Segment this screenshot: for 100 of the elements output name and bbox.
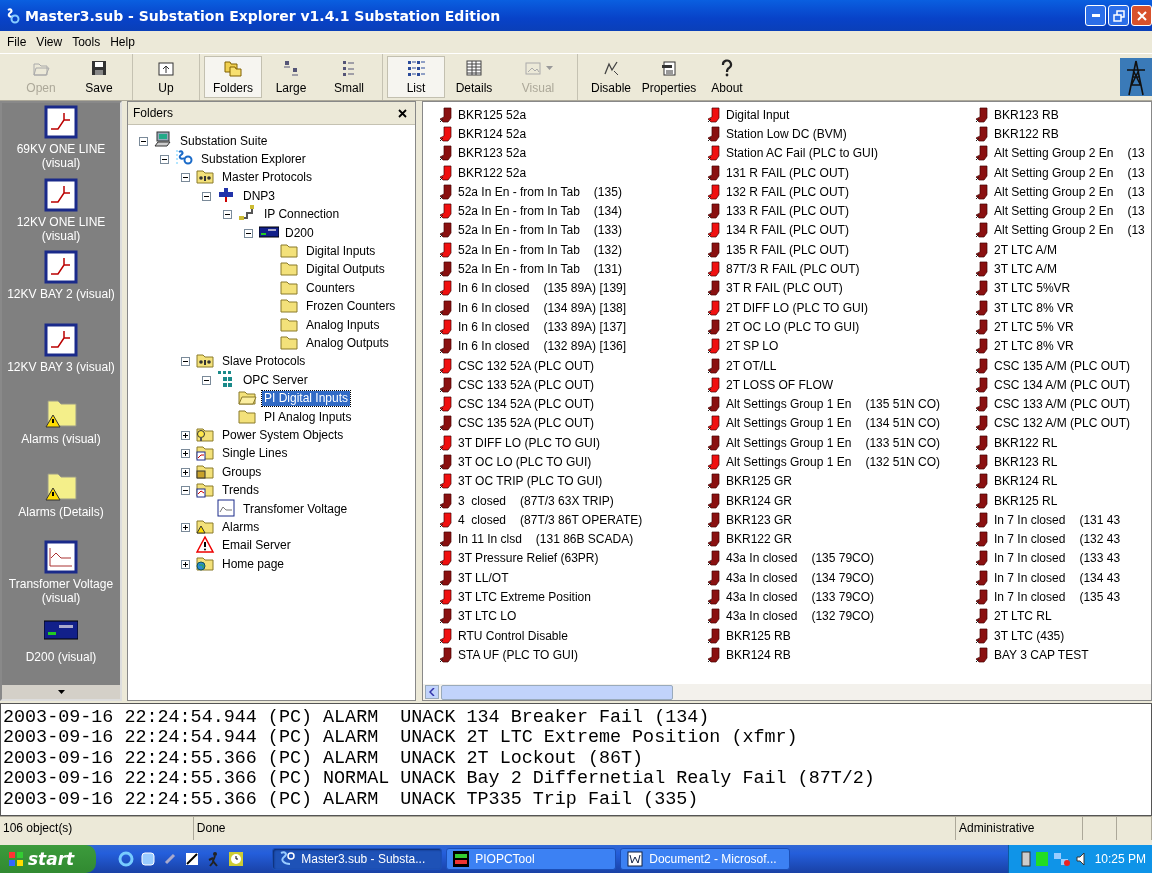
tree-item[interactable]: Email Server <box>220 538 293 554</box>
list-item[interactable]: In 7 In closed <box>994 512 1066 527</box>
one-line-diagram-icon[interactable] <box>44 105 78 139</box>
list-item[interactable]: BKR125 52a <box>458 107 527 122</box>
expand-icon[interactable] <box>180 449 190 459</box>
list-item[interactable]: 43a In closed <box>726 609 798 624</box>
tree-item[interactable]: Counters <box>304 280 357 296</box>
expand-icon[interactable] <box>180 467 190 477</box>
list-item[interactable]: 3T DIFF LO (PLC TO GUI) <box>458 435 601 450</box>
list-item[interactable]: 43a In closed <box>726 570 798 585</box>
list-item[interactable]: In 11 In clsd <box>458 532 522 547</box>
list-item[interactable]: CSC 134 A/M (PLC OUT) <box>994 377 1131 392</box>
collapse-icon[interactable] <box>159 155 169 165</box>
list-item[interactable]: 131 R FAIL (PLC OUT) <box>726 165 849 180</box>
taskbar-button[interactable]: Master3.sub - Substa... <box>272 848 443 870</box>
tree-item[interactable]: Substation Explorer <box>199 152 308 168</box>
expand-icon[interactable] <box>180 559 190 569</box>
browser-icon[interactable] <box>118 851 135 867</box>
shortcut-label[interactable]: 69KV ONE LINE (visual) <box>5 142 117 170</box>
list-item[interactable]: In 7 In closed <box>994 570 1066 585</box>
list-item[interactable]: Station AC Fail (PLC to GUI) <box>726 146 879 161</box>
collapse-icon[interactable] <box>243 228 253 238</box>
list-item[interactable]: Digital Input <box>726 107 790 122</box>
list-item[interactable]: Station Low DC (BVM) <box>726 126 847 141</box>
list-item[interactable]: Alt Setting Group 2 En <box>994 165 1114 180</box>
shortcut-label[interactable]: Alarms (visual) <box>5 432 117 447</box>
list-item[interactable]: In 6 In closed <box>458 339 530 354</box>
list-item[interactable]: 133 R FAIL (PLC OUT) <box>726 204 849 219</box>
tree-item[interactable]: Groups <box>220 464 264 480</box>
list-item[interactable]: 4 closed <box>458 512 507 527</box>
expand-icon[interactable] <box>180 522 190 532</box>
list-item[interactable]: RTU Control Disable <box>458 628 568 643</box>
list-item[interactable]: Alt Setting Group 2 En <box>994 146 1114 161</box>
list-item[interactable]: CSC 133 52A (PLC OUT) <box>458 377 595 392</box>
list-item[interactable]: 52a In En - from In Tab <box>458 204 580 219</box>
list-item[interactable]: 52a In En - from In Tab <box>458 262 580 276</box>
tree-item[interactable]: D200 <box>283 225 316 241</box>
app-icon[interactable] <box>140 851 157 867</box>
tree-item[interactable]: Trends <box>220 483 261 499</box>
list-item[interactable]: 2T DIFF LO (PLC TO GUI) <box>726 300 869 315</box>
list-item[interactable]: 132 R FAIL (PLC OUT) <box>726 184 849 199</box>
device-icon[interactable] <box>1020 851 1031 867</box>
list-item[interactable]: In 7 In closed <box>994 551 1066 566</box>
list-item[interactable]: BAY 3 CAP TEST <box>994 647 1089 662</box>
list-item[interactable]: CSC 132 52A (PLC OUT) <box>458 358 595 373</box>
trend-icon[interactable] <box>44 540 78 575</box>
list-item[interactable]: BKR122 GR <box>726 532 793 547</box>
list-item[interactable]: BKR122 RL <box>994 435 1058 450</box>
one-line-diagram-icon[interactable] <box>44 177 78 212</box>
list-item[interactable]: 135 R FAIL (PLC OUT) <box>726 242 849 257</box>
list-item[interactable]: 3T OC LO (PLC TO GUI) <box>458 455 592 469</box>
list-item[interactable]: 52a In En - from In Tab <box>458 242 580 257</box>
list-item[interactable]: Alt Settings Group 1 En <box>726 397 852 412</box>
list-item[interactable]: 3T LTC Extreme Position <box>458 590 591 605</box>
list-item[interactable]: 52a In En - from In Tab <box>458 223 580 238</box>
list-item[interactable]: In 7 In closed <box>994 532 1066 547</box>
list-item[interactable]: 3T Pressure Relief (63PR) <box>458 551 599 566</box>
tree-item[interactable]: Slave Protocols <box>220 354 308 370</box>
tree-item[interactable]: PI Digital Inputs <box>262 391 351 407</box>
clock-icon[interactable] <box>228 851 245 867</box>
toolbar-button[interactable]: Up <box>137 56 195 98</box>
list-item[interactable]: BKR125 RL <box>994 493 1058 508</box>
toolbar-button[interactable]: List <box>387 56 445 98</box>
list-item[interactable]: 3T LTC (435) <box>994 628 1065 643</box>
tree-item[interactable]: IP Connection <box>262 207 342 223</box>
list-item[interactable]: CSC 135 52A (PLC OUT) <box>458 416 595 431</box>
shortcut-label[interactable]: 12KV BAY 3 (visual) <box>5 359 117 374</box>
list-item[interactable]: CSC 134 52A (PLC OUT) <box>458 397 595 412</box>
shortcut-label[interactable]: D200 (visual) <box>5 649 117 664</box>
list-item[interactable]: CSC 133 A/M (PLC OUT) <box>994 397 1131 412</box>
shortcut-label[interactable]: 12KV BAY 2 (visual) <box>5 287 117 302</box>
tree-item[interactable]: Master Protocols <box>220 170 315 186</box>
collapse-icon[interactable] <box>180 173 190 183</box>
toolbar-button[interactable]: Folders <box>204 56 262 98</box>
list-item[interactable]: 3T LL/OT <box>458 570 509 585</box>
list-item[interactable]: 3T LTC LO <box>458 609 517 624</box>
menu-item[interactable]: File <box>2 35 32 49</box>
list-item[interactable]: BKR123 GR <box>726 512 793 527</box>
list-item[interactable]: 3T OC TRIP (PLC TO GUI) <box>458 474 603 489</box>
collapse-icon[interactable] <box>180 486 190 496</box>
list-item[interactable]: 52a In En - from In Tab <box>458 184 580 199</box>
tree-item[interactable]: Digital Outputs <box>304 262 387 278</box>
list-item[interactable]: CSC 135 A/M (PLC OUT) <box>994 358 1131 373</box>
list-item[interactable]: CSC 132 A/M (PLC OUT) <box>994 416 1131 431</box>
one-line-diagram-icon[interactable] <box>44 250 78 285</box>
tree-item[interactable]: Analog Outputs <box>304 336 391 351</box>
list-item[interactable]: 3T R FAIL (PLC OUT) <box>726 281 843 296</box>
tree-item[interactable]: Digital Inputs <box>304 244 378 260</box>
toolbar-button[interactable]: Details <box>445 56 503 98</box>
menu-item[interactable]: View <box>31 35 68 49</box>
start-button[interactable]: start <box>0 845 97 873</box>
list-item[interactable]: Alt Settings Group 1 En <box>726 435 852 450</box>
list-item[interactable]: BKR125 GR <box>726 474 793 489</box>
tree-item[interactable]: DNP3 <box>241 188 277 204</box>
taskbar-button[interactable]: PIOPCTool <box>446 848 617 870</box>
list-item[interactable]: 3T LTC 8% VR <box>994 300 1074 315</box>
list-item[interactable]: 87T/3 R FAIL (PLC OUT) <box>726 262 860 276</box>
tree-item[interactable]: Transfomer Voltage <box>241 501 350 517</box>
tree-item[interactable]: Alarms <box>220 519 262 535</box>
list-item[interactable]: BKR123 RB <box>994 107 1059 122</box>
